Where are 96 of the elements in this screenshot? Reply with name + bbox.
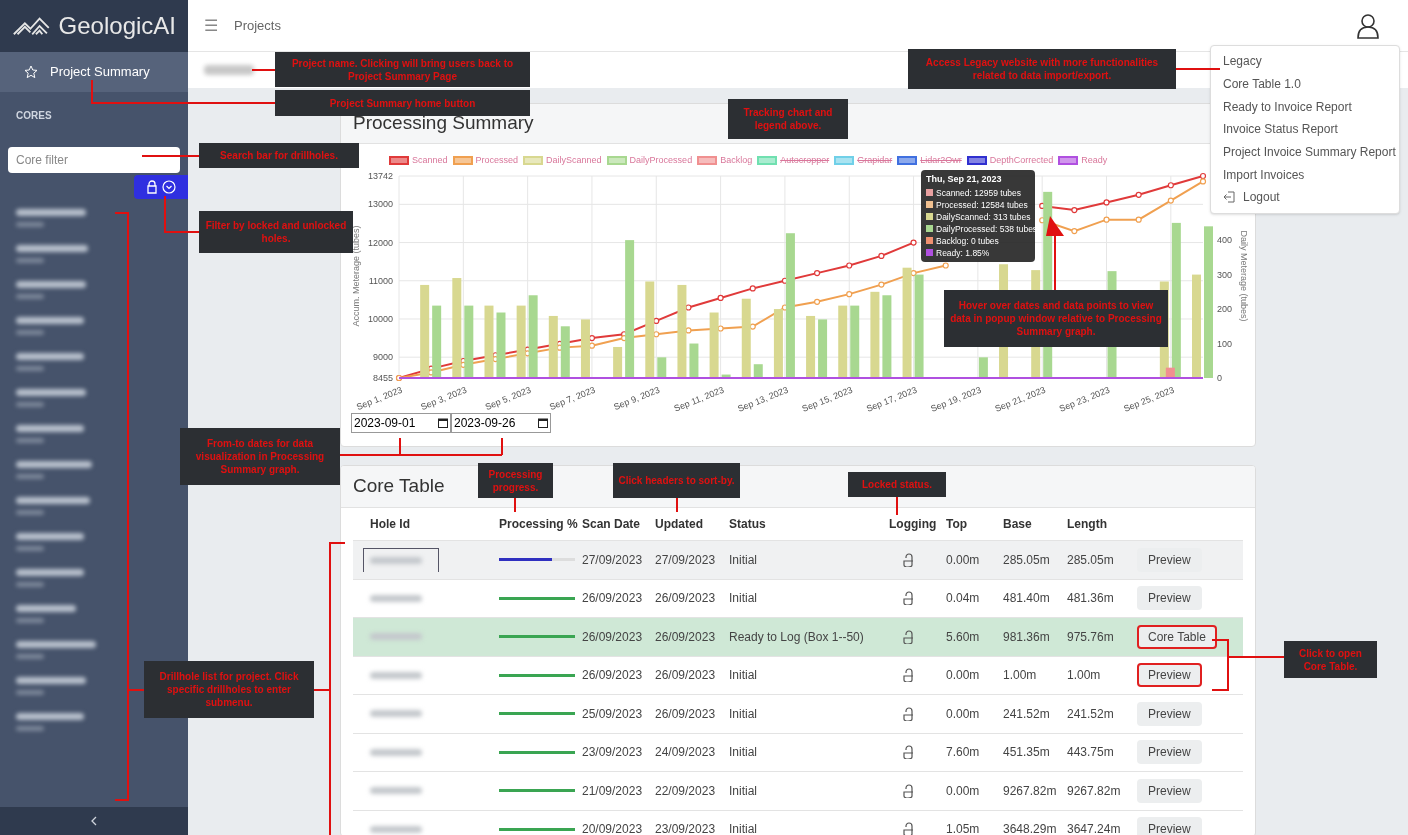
- table-cell: 0.00m: [946, 783, 980, 798]
- table-cell: 26/09/2023: [582, 629, 643, 644]
- table-cell: 285.05m: [1003, 552, 1050, 567]
- table-cell: 24/09/2023: [655, 745, 716, 760]
- table-cell: Initial: [729, 591, 757, 606]
- y-axis-title: Accum. Meterage (tubes): [351, 225, 361, 326]
- y2-tick-label: 200: [1217, 303, 1233, 314]
- table-cell: 27/09/2023: [655, 552, 716, 567]
- tooltip-line: Ready: 1.85%: [936, 246, 990, 259]
- app-logo: GeologicAI: [58, 11, 176, 41]
- table-cell: 1.00m: [1067, 668, 1101, 683]
- table-cell: 26/09/2023: [582, 591, 643, 606]
- y-tick-label: 12000: [367, 237, 393, 248]
- y-tick-label: 10000: [367, 313, 393, 324]
- table-cell: 481.36m: [1067, 591, 1114, 606]
- annotation-callout: Processing progress.: [478, 463, 553, 498]
- table-cell: 21/09/2023: [582, 783, 643, 798]
- table-cell: 26/09/2023: [655, 706, 716, 721]
- annotation-callout: Locked status.: [848, 472, 946, 497]
- annotation-callout: From-to dates for data visualization in Processing Summary graph.: [180, 428, 340, 485]
- table-cell: Initial: [729, 706, 757, 721]
- table-cell: 27/09/2023: [582, 552, 643, 567]
- table-cell: 23/09/2023: [655, 822, 716, 835]
- y2-axis-title: Daily Meterage (tubes): [1239, 230, 1249, 321]
- section-title: CORES: [15, 109, 53, 123]
- y-tick-label: 13742: [367, 170, 393, 181]
- tooltip-line: Backlog: 0 tubes: [936, 234, 999, 247]
- tooltip-line: Scanned: 12959 tubes: [936, 186, 1022, 199]
- annotation-callout: Tracking chart and legend above.: [728, 99, 848, 139]
- table-cell: Initial: [729, 552, 757, 567]
- annotation-callout: Access Legacy website with more functionalities related to data import/export.: [908, 49, 1176, 89]
- x-tick-label: Sep 17, 2023: [864, 384, 919, 414]
- x-tick-label: Sep 1, 2023: [354, 384, 404, 412]
- table-cell: 23/09/2023: [582, 745, 643, 760]
- x-tick-label: Sep 11, 2023: [672, 384, 726, 414]
- table-cell: 981.36m: [1003, 629, 1050, 644]
- x-tick-label: Sep 25, 2023: [1122, 384, 1176, 414]
- y2-tick-label: 300: [1217, 269, 1233, 280]
- table-cell: 5.60m: [946, 629, 980, 644]
- x-tick-label: Sep 19, 2023: [929, 384, 983, 414]
- card-title: Core Table: [353, 474, 445, 499]
- table-cell: 26/09/2023: [582, 668, 643, 683]
- table-cell: 443.75m: [1067, 745, 1114, 760]
- x-tick-label: Sep 15, 2023: [800, 384, 854, 414]
- table-cell: Initial: [729, 668, 757, 683]
- table-cell: 3647.24m: [1067, 822, 1121, 835]
- table-cell: 26/09/2023: [655, 668, 716, 683]
- table-cell: Initial: [729, 783, 757, 798]
- table-cell: 0.00m: [946, 668, 980, 683]
- table-cell: 3648.29m: [1003, 822, 1057, 835]
- annotation-callout: Drillhole list for project. Click specific drillholes to enter submenu.: [144, 661, 314, 718]
- table-cell: Initial: [729, 822, 757, 835]
- table-cell: 451.35m: [1003, 745, 1050, 760]
- x-tick-label: Sep 9, 2023: [612, 384, 662, 412]
- table-cell: 20/09/2023: [582, 822, 643, 835]
- table-cell: 1.00m: [1003, 668, 1037, 683]
- y-tick-label: 8455: [372, 372, 393, 383]
- table-cell: 0.00m: [946, 706, 980, 721]
- annotation-callout: Project name. Clicking will bring users back to Project Summary Page: [275, 52, 530, 87]
- table-cell: 975.76m: [1067, 629, 1114, 644]
- annotation-callout: Filter by locked and unlocked holes.: [199, 211, 353, 253]
- table-cell: 285.05m: [1067, 552, 1114, 567]
- y2-tick-label: 0: [1217, 372, 1223, 383]
- table-cell: 26/09/2023: [655, 629, 716, 644]
- table-cell: 481.40m: [1003, 591, 1050, 606]
- x-tick-label: Sep 3, 2023: [419, 384, 469, 412]
- x-tick-label: Sep 5, 2023: [483, 384, 533, 412]
- table-cell: 22/09/2023: [655, 783, 716, 798]
- tooltip-line: Processed: 12584 tubes: [936, 198, 1028, 211]
- annotation-callout: Click to open Core Table.: [1284, 641, 1377, 678]
- y-tick-label: 9000: [372, 351, 393, 362]
- annotation-callout: Click headers to sort-by.: [613, 463, 740, 498]
- table-cell: 9267.82m: [1067, 783, 1121, 798]
- tooltip-title: Thu, Sep 21, 2023: [926, 173, 1003, 186]
- tooltip-line: DailyScanned: 313 tubes: [936, 210, 1031, 223]
- table-cell: 1.05m: [946, 822, 980, 835]
- x-tick-label: Sep 23, 2023: [1057, 384, 1112, 414]
- table-cell: 7.60m: [946, 745, 980, 760]
- x-tick-label: Sep 7, 2023: [547, 384, 597, 412]
- annotation-callout: Project Summary home button: [275, 90, 530, 116]
- table-cell: Ready to Log (Box 1--50): [729, 629, 864, 644]
- y2-tick-label: 100: [1217, 338, 1233, 349]
- y-tick-label: 13000: [367, 198, 393, 209]
- table-cell: 241.52m: [1067, 706, 1114, 721]
- table-cell: 26/09/2023: [655, 591, 716, 606]
- table-cell: 241.52m: [1003, 706, 1050, 721]
- y2-tick-label: 400: [1217, 234, 1233, 245]
- annotation-callout: Search bar for drillholes.: [199, 143, 359, 168]
- x-tick-label: Sep 21, 2023: [993, 384, 1047, 414]
- table-cell: Initial: [729, 745, 757, 760]
- table-cell: 0.00m: [946, 552, 980, 567]
- table-cell: 0.04m: [946, 591, 980, 606]
- x-tick-label: Sep 13, 2023: [736, 384, 790, 414]
- table-cell: 9267.82m: [1003, 783, 1057, 798]
- table-cell: 25/09/2023: [582, 706, 643, 721]
- y-tick-label: 11000: [368, 275, 393, 286]
